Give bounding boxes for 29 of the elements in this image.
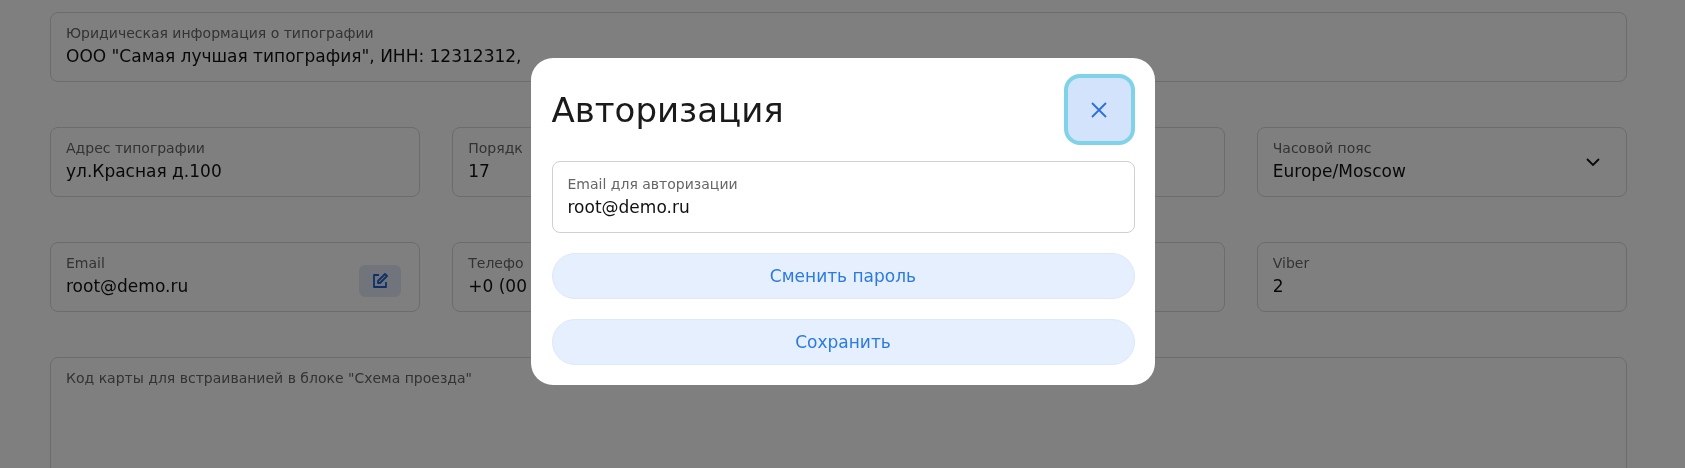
field-value: +0 (00 [468,275,527,298]
field-label: Viber [1272,254,1310,273]
field-value: ООО "Самая лучшая типография", ИНН: 12312312, [66,45,522,68]
field-value: 17 [468,160,490,183]
dialog-button[interactable]: Сохранить [551,319,1135,365]
field-label: Код карты для встраиванией в блоке "Схема проезда" [66,369,473,388]
field-value: root@demo.ru [567,196,690,219]
form-field[interactable]: Viber 2 [1256,242,1627,312]
form-field[interactable]: Адрес типографии ул.Красная д.100 [50,127,421,197]
field-value: root@demo.ru [66,275,189,298]
edit-icon [371,272,390,290]
chevron-down-icon [1586,158,1600,167]
dialog-title: Авторизация [551,89,784,130]
field-label: Email [66,254,105,273]
email-field[interactable]: Email для авторизации root@demo.ru [551,161,1135,233]
field-label: Часовой пояс [1272,139,1372,158]
field-value: 2 [1272,275,1284,298]
form-field[interactable]: Часовой пояс Europe/Moscow [1256,127,1627,197]
field-label: Адрес типографии [66,139,205,158]
field-label: Email для авторизации [567,175,738,194]
field-value: Europe/Moscow [1272,160,1406,183]
field-label: Телефо [468,254,524,273]
dialog-button[interactable]: Сменить пароль [551,253,1135,299]
field-label: Юридическая информация о типографии [66,24,374,43]
close-icon [1090,100,1108,119]
form-field[interactable]: Email root@demo.ru [50,242,421,312]
field-label: Порядк [468,139,523,158]
edit-button[interactable] [359,265,402,297]
field-value: ул.Красная д.100 [66,160,222,183]
